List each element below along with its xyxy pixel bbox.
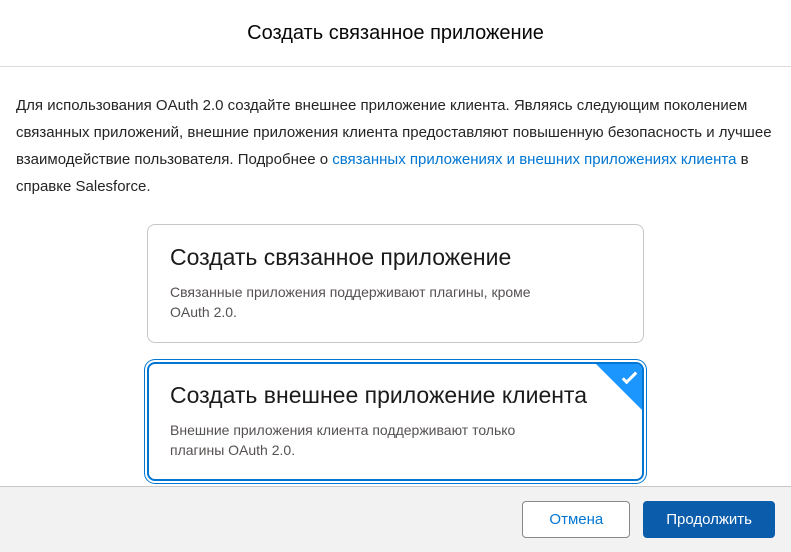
- dialog-footer: Отмена Продолжить: [0, 486, 791, 552]
- option-card-external-client-app[interactable]: Создать внешнее приложение клиента Внешн…: [147, 362, 644, 481]
- option-card-connected-app[interactable]: Создать связанное приложение Связанные п…: [147, 224, 644, 343]
- create-connected-app-dialog: Создать связанное приложение Для использ…: [0, 0, 791, 552]
- help-link[interactable]: связанных приложениях и внешних приложен…: [332, 151, 736, 168]
- option-card-list: Создать связанное приложение Связанные п…: [147, 224, 644, 481]
- intro-paragraph: Для использования OAuth 2.0 создайте вне…: [0, 67, 791, 200]
- cancel-button[interactable]: Отмена: [522, 501, 631, 538]
- continue-button[interactable]: Продолжить: [643, 501, 775, 538]
- dialog-header: Создать связанное приложение: [0, 0, 791, 67]
- option-card-description: Внешние приложения клиента поддерживают …: [170, 422, 516, 458]
- option-card-description: Связанные приложения поддерживают плагин…: [170, 284, 531, 320]
- option-card-title: Создать связанное приложение: [170, 244, 512, 270]
- option-card-title: Создать внешнее приложение клиента: [170, 382, 587, 408]
- dialog-title: Создать связанное приложение: [247, 21, 544, 44]
